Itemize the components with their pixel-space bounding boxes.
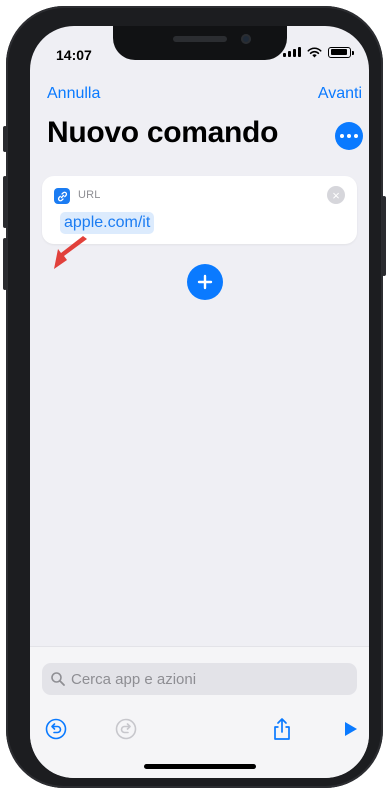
clear-action-button[interactable]: × bbox=[327, 186, 345, 204]
undo-button[interactable] bbox=[44, 717, 68, 741]
search-placeholder: Cerca app e azioni bbox=[71, 670, 197, 688]
notch bbox=[113, 26, 287, 60]
mute-switch bbox=[3, 126, 7, 152]
link-icon bbox=[54, 188, 70, 204]
front-camera bbox=[241, 34, 251, 44]
volume-up-button bbox=[3, 176, 7, 228]
wifi-icon bbox=[307, 47, 322, 58]
clear-icon: × bbox=[332, 187, 340, 203]
more-options-button[interactable] bbox=[335, 122, 363, 150]
speaker bbox=[173, 36, 227, 42]
home-indicator bbox=[144, 764, 256, 769]
search-field[interactable]: Cerca app e azioni bbox=[42, 663, 357, 695]
page-title: Nuovo comando bbox=[47, 116, 279, 149]
search-icon bbox=[51, 672, 65, 686]
add-icon bbox=[197, 274, 213, 290]
redo-button[interactable] bbox=[114, 717, 138, 741]
share-button[interactable] bbox=[270, 717, 294, 741]
status-time: 14:07 bbox=[56, 47, 92, 63]
more-icon bbox=[340, 134, 358, 138]
url-value-field[interactable]: apple.com/it bbox=[60, 212, 155, 234]
undo-icon bbox=[45, 718, 67, 740]
url-action-card[interactable]: URL × apple.com/it bbox=[42, 176, 357, 244]
add-action-button[interactable] bbox=[187, 264, 223, 300]
battery-icon bbox=[328, 46, 354, 58]
volume-down-button bbox=[3, 238, 7, 290]
run-button[interactable] bbox=[338, 717, 362, 741]
signal-icon bbox=[283, 47, 301, 57]
power-button bbox=[382, 196, 386, 276]
battery-level bbox=[330, 49, 347, 55]
action-type-label: URL bbox=[78, 189, 101, 201]
screen: 14:07 Annulla Avanti Nuovo comando URL ×… bbox=[30, 26, 369, 778]
phone-frame: 14:07 Annulla Avanti Nuovo comando URL ×… bbox=[3, 6, 386, 788]
red-arrow-annotation bbox=[54, 236, 87, 269]
redo-icon bbox=[115, 718, 137, 740]
cancel-button[interactable]: Annulla bbox=[47, 85, 100, 103]
status-icons bbox=[283, 46, 354, 58]
next-button[interactable]: Avanti bbox=[318, 85, 362, 103]
bottom-toolbar: Cerca app e azioni bbox=[30, 646, 369, 778]
share-icon bbox=[274, 718, 290, 740]
play-icon bbox=[345, 722, 357, 736]
